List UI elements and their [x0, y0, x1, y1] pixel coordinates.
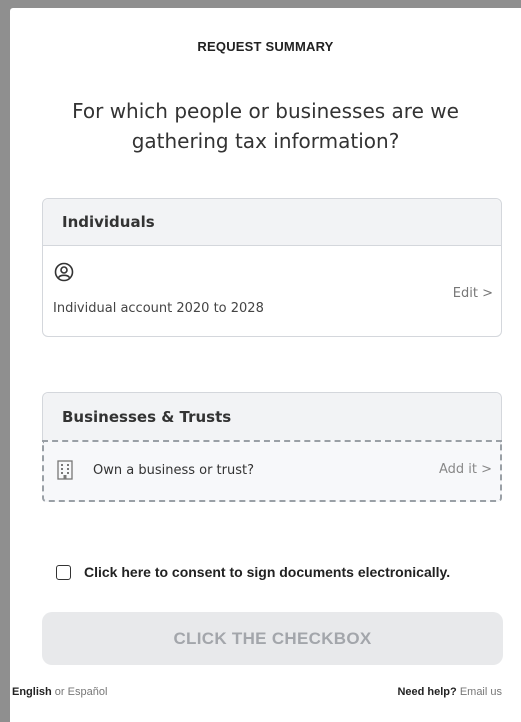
- language-or-text: or: [54, 686, 65, 698]
- consent-label[interactable]: Click here to consent to sign documents …: [84, 564, 450, 580]
- email-us-link[interactable]: Email us: [460, 686, 502, 698]
- add-business-prompt: Own a business or trust?: [93, 463, 255, 478]
- language-switcher: English or Español: [12, 686, 107, 698]
- help-area: Need help? Email us: [397, 686, 502, 698]
- page-question: For which people or businesses are we ga…: [72, 99, 459, 153]
- add-business-row[interactable]: Own a business or trust? Add it >: [42, 440, 502, 502]
- businesses-card: Businesses & Trusts: [42, 392, 502, 440]
- need-help-text: Need help?: [397, 686, 457, 698]
- businesses-heading: Businesses & Trusts: [43, 393, 501, 440]
- building-icon: [57, 460, 73, 480]
- individual-account-text: Individual account 2020 to 2028: [53, 301, 264, 316]
- individual-account-row[interactable]: Individual account 2020 to 2028 Edit >: [43, 246, 501, 335]
- submit-button[interactable]: CLICK THE CHECKBOX: [42, 612, 503, 665]
- consent-row[interactable]: Click here to consent to sign documents …: [56, 564, 450, 580]
- english-link[interactable]: English: [12, 686, 52, 698]
- person-circle-icon: [54, 262, 74, 282]
- add-it-link[interactable]: Add it >: [439, 462, 492, 477]
- individuals-card: Individuals Individual account 2020 to 2…: [42, 198, 502, 337]
- consent-checkbox[interactable]: [56, 564, 71, 580]
- individuals-heading: Individuals: [43, 199, 501, 246]
- page-header: REQUEST SUMMARY: [197, 39, 334, 54]
- spanish-link[interactable]: Español: [68, 686, 108, 698]
- edit-link[interactable]: Edit >: [453, 286, 493, 301]
- request-summary-panel: REQUEST SUMMARY For which people or busi…: [10, 8, 521, 722]
